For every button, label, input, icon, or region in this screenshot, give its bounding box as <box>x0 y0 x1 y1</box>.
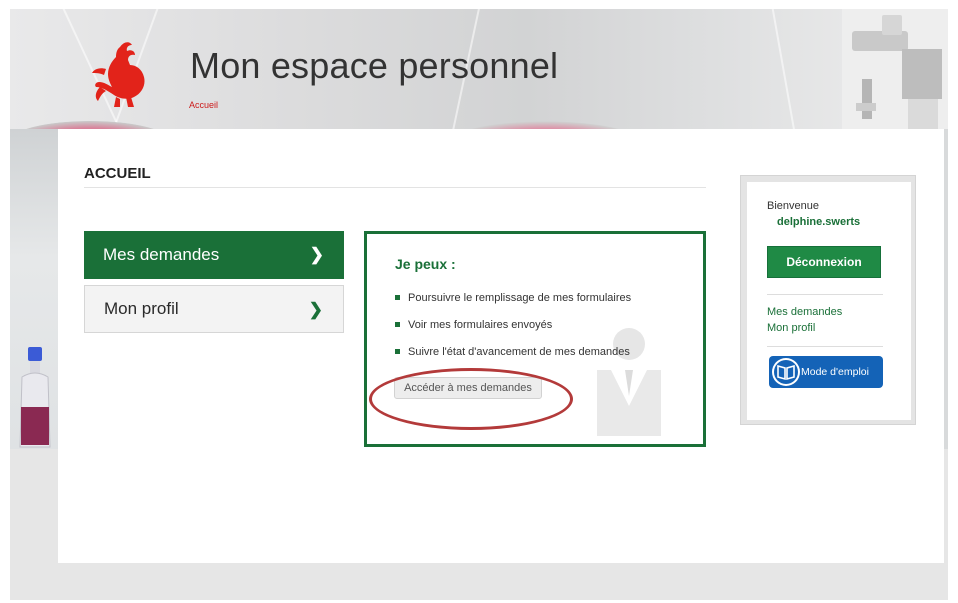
list-item: Suivre l'état d'avancement de mes demand… <box>395 346 631 373</box>
flask-decoration <box>450 121 640 129</box>
nav-tab-mes-demandes[interactable]: Mes demandes ❯ <box>84 231 344 279</box>
panel-title: Je peux : <box>395 256 456 272</box>
welcome-label: Bienvenue <box>767 200 819 212</box>
list-item: Voir mes formulaires envoyés <box>395 319 631 346</box>
background-lab-scene <box>944 129 948 449</box>
breadcrumb-home-link[interactable]: Accueil <box>189 100 218 110</box>
sidebar-link-mes-demandes[interactable]: Mes demandes <box>767 306 842 318</box>
mode-emploi-label: Mode d'emploi <box>801 366 869 378</box>
panel-list: Poursuivre le remplissage de mes formula… <box>395 292 631 373</box>
header-banner: Mon espace personnel Accueil <box>10 9 948 129</box>
nav-tab-label: Mes demandes <box>103 245 220 264</box>
list-item-text: Voir mes formulaires envoyés <box>408 319 553 331</box>
welcome-inner: Bienvenue delphine.swerts Déconnexion Me… <box>747 182 911 420</box>
page-title: Mon espace personnel <box>190 45 559 86</box>
acceder-demandes-button[interactable]: Accéder à mes demandes <box>394 377 542 399</box>
divider <box>84 187 706 188</box>
divider <box>767 346 883 347</box>
page-frame: Mon espace personnel Accueil ACCUEIL Mes… <box>10 9 948 600</box>
bullet-icon <box>395 295 400 300</box>
demandes-panel: Je peux : Poursuivre le remplissage de m… <box>364 231 706 447</box>
list-item-text: Suivre l'état d'avancement de mes demand… <box>408 346 630 358</box>
list-item-text: Poursuivre le remplissage de mes formula… <box>408 292 632 304</box>
username: delphine.swerts <box>777 216 861 228</box>
section-title: ACCUEIL <box>84 165 151 182</box>
bottle-decoration <box>19 347 51 448</box>
nav-tab-label: Mon profil <box>104 299 179 318</box>
sidebar-link-mon-profil[interactable]: Mon profil <box>767 322 815 334</box>
nav-tab-mon-profil[interactable]: Mon profil ❯ <box>84 285 344 333</box>
banner-decoration <box>770 9 800 129</box>
mode-emploi-button[interactable]: Mode d'emploi <box>769 356 883 388</box>
book-icon <box>772 358 800 386</box>
bullet-icon <box>395 322 400 327</box>
flask-decoration <box>10 121 170 129</box>
list-item: Poursuivre le remplissage de mes formula… <box>395 292 631 319</box>
microscope-image <box>842 9 948 129</box>
welcome-box: Bienvenue delphine.swerts Déconnexion Me… <box>740 175 916 425</box>
content-card: ACCUEIL Mes demandes ❯ Mon profil ❯ Je p… <box>58 129 944 563</box>
divider <box>767 294 883 295</box>
chevron-right-icon: ❯ <box>309 245 324 264</box>
logout-button[interactable]: Déconnexion <box>767 246 881 278</box>
bullet-icon <box>395 349 400 354</box>
chevron-right-icon: ❯ <box>308 300 323 319</box>
wallonia-rooster-logo <box>92 42 145 107</box>
